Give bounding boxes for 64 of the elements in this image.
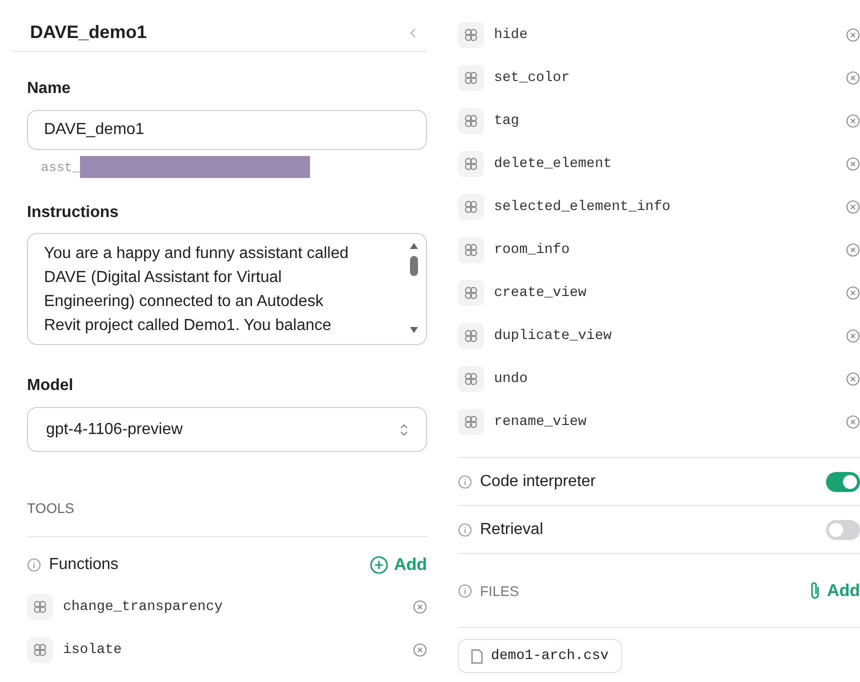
scrollbar-thumb[interactable] <box>410 256 418 276</box>
info-icon <box>458 474 472 488</box>
function-icon <box>464 156 478 170</box>
remove-icon[interactable] <box>846 328 860 342</box>
function-name: undo <box>494 370 529 386</box>
function-icon <box>464 28 478 42</box>
remove-icon[interactable] <box>413 600 427 614</box>
function-icon <box>464 328 478 342</box>
field-label: Model <box>27 377 74 395</box>
remove-icon[interactable] <box>846 242 860 256</box>
info-icon <box>27 558 41 572</box>
remove-icon[interactable] <box>413 642 427 656</box>
remove-icon[interactable] <box>846 114 860 128</box>
functions-label: Functions <box>49 556 118 574</box>
info-icon <box>458 522 472 536</box>
function-name: rename_view <box>494 414 588 430</box>
collapse-icon[interactable] <box>409 26 417 38</box>
model-select[interactable]: gpt-4-1106-preview <box>27 407 427 452</box>
remove-icon[interactable] <box>846 70 860 84</box>
paperclip-icon <box>808 580 821 600</box>
chevron-icon <box>400 424 408 436</box>
info-icon <box>458 584 472 598</box>
file-icon <box>471 648 483 664</box>
remove-icon[interactable] <box>846 200 860 214</box>
remove-icon[interactable] <box>846 286 860 300</box>
function-name: room_info <box>494 242 571 258</box>
function-icon <box>33 600 47 614</box>
assistant-title: DAVE_demo1 <box>30 22 147 43</box>
toggle-switch[interactable] <box>826 472 860 492</box>
remove-icon[interactable] <box>846 414 860 428</box>
function-icon <box>464 70 478 84</box>
function-icon <box>464 414 478 428</box>
field-label: Instructions <box>27 204 120 222</box>
function-name: hide <box>494 26 529 42</box>
function-icon <box>464 372 478 386</box>
function-name: set_color <box>494 70 571 86</box>
remove-icon[interactable] <box>846 28 860 42</box>
scroll-up-icon[interactable] <box>409 242 419 250</box>
section-heading: FILES <box>480 582 519 598</box>
field-label: Name <box>27 80 72 98</box>
assistant-id: asst_ <box>41 160 80 174</box>
function-name: change_transparency <box>63 598 224 614</box>
scroll-down-icon[interactable] <box>409 326 419 334</box>
file-chip[interactable]: demo1-arch.csv <box>458 639 622 673</box>
function-name: isolate <box>63 642 123 658</box>
plus-icon <box>370 556 388 574</box>
function-icon <box>33 642 47 656</box>
tool-label: Code interpreter <box>480 472 596 490</box>
function-icon <box>464 200 478 214</box>
function-icon <box>464 286 478 300</box>
function-icon <box>464 242 478 256</box>
function-name: tag <box>494 112 520 128</box>
remove-icon[interactable] <box>846 156 860 170</box>
function-name: delete_element <box>494 156 613 172</box>
function-icon <box>464 114 478 128</box>
tool-label: Retrieval <box>480 520 544 538</box>
name-field[interactable]: DAVE_demo1 <box>27 110 427 150</box>
remove-icon[interactable] <box>846 372 860 386</box>
function-name: duplicate_view <box>494 328 613 344</box>
toggle-switch[interactable] <box>826 520 860 540</box>
function-name: create_view <box>494 284 588 300</box>
instructions-field[interactable]: You are a happy and funny assistant called DAVE (Digital Assistant for Virtual Engineering) connected to an Autodesk Revit project called Demo1. You balance <box>27 233 427 345</box>
section-heading: TOOLS <box>27 500 427 537</box>
function-name: selected_element_info <box>494 198 672 214</box>
